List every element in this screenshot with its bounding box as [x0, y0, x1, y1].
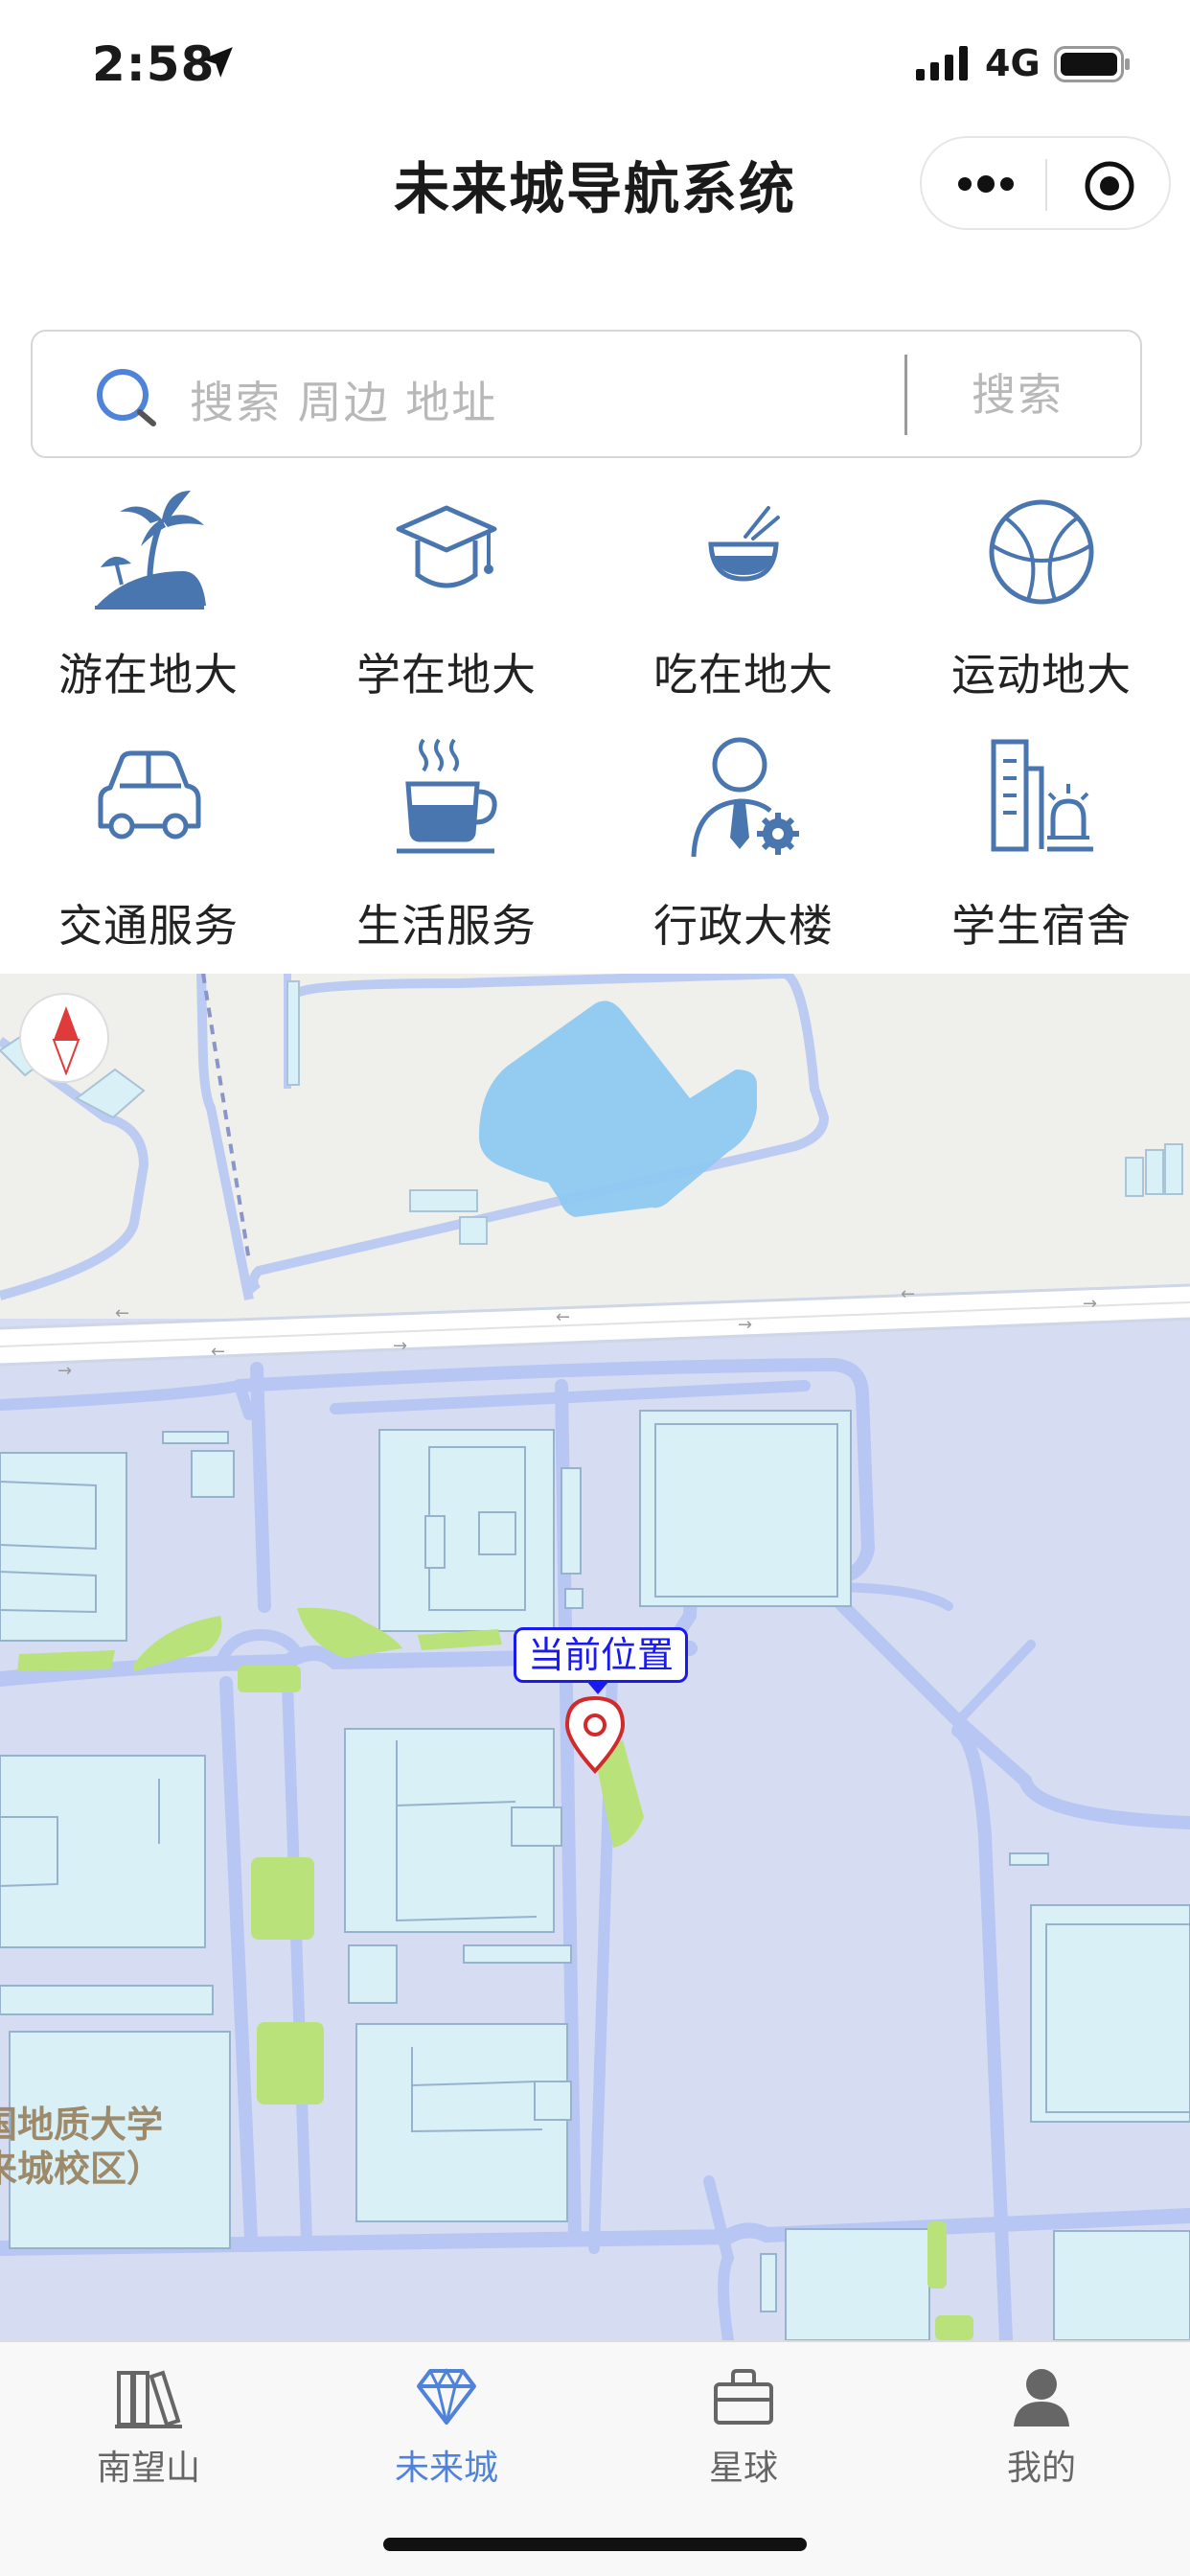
coffee-cup-icon [397, 738, 497, 854]
svg-text:→: → [738, 1315, 752, 1335]
grid-item-tour[interactable]: 游在地大 [0, 479, 297, 719]
search-divider [904, 355, 907, 435]
signal-bars-icon [916, 46, 968, 80]
grid-item-label: 吃在地大 [653, 649, 834, 701]
grid-item-dorm[interactable]: 学生宿舍 [893, 730, 1190, 970]
books-icon [115, 2370, 182, 2428]
palm-island-icon [95, 491, 206, 610]
grid-item-label: 行政大楼 [653, 900, 834, 952]
basketball-icon [989, 499, 1094, 605]
search-button[interactable]: 搜索 [972, 360, 1064, 424]
svg-text:→: → [57, 1361, 72, 1381]
search-icon [97, 369, 156, 426]
user-icon [1014, 2369, 1069, 2426]
status-time: 2:58 [92, 36, 216, 92]
svg-text:←: ← [211, 1342, 225, 1362]
grid-item-label: 生活服务 [356, 900, 537, 952]
current-location-callout: 当前位置 [514, 1627, 689, 1683]
tab-label: 南望山 [96, 2449, 200, 2488]
graduation-cap-icon [396, 505, 497, 588]
mini-program-capsule [920, 136, 1171, 230]
briefcase-icon [714, 2369, 773, 2425]
compass-button[interactable] [19, 993, 109, 1083]
svg-text:→: → [393, 1336, 407, 1356]
campus-name-label: 国地质大学 来城校区） [0, 2103, 163, 2191]
grid-item-label: 学生宿舍 [951, 900, 1132, 952]
tab-mine[interactable]: 我的 [893, 2352, 1190, 2496]
bowl-chopsticks-icon [708, 506, 780, 582]
network-type: 4G [985, 42, 1041, 84]
status-bar: 2:58 4G [0, 0, 1190, 130]
campus-map[interactable]: → ← ← → ← → ← → 当前位置 地质大学 城校区） [0, 974, 1190, 2340]
svg-text:←: ← [901, 1284, 915, 1304]
campus-name-line1: 国地质大学 [0, 2104, 164, 2146]
grid-item-label: 游在地大 [58, 649, 239, 701]
grid-item-eat[interactable]: 吃在地大 [595, 479, 892, 719]
callout-tail [586, 1681, 609, 1694]
grid-item-traffic[interactable]: 交通服务 [0, 730, 297, 970]
grid-item-label: 运动地大 [951, 649, 1132, 701]
admin-person-gear-icon [691, 737, 799, 858]
svg-text:←: ← [556, 1307, 570, 1327]
tab-weilaicheng[interactable]: 未来城 [298, 2352, 595, 2496]
location-arrow-icon [202, 47, 233, 78]
grid-item-study[interactable]: 学在地大 [298, 479, 595, 719]
car-icon [98, 750, 201, 840]
tab-label: 我的 [1006, 2449, 1076, 2488]
grid-item-life[interactable]: 生活服务 [298, 730, 595, 970]
tab-label: 星球 [708, 2449, 778, 2488]
battery-icon [1054, 46, 1130, 82]
search-bar[interactable]: 搜索 周边 地址 搜索 [31, 330, 1142, 458]
search-input[interactable]: 搜索 周边 地址 [190, 368, 497, 431]
diamond-icon [417, 2367, 476, 2425]
tab-xingqiu[interactable]: 星球 [595, 2352, 892, 2496]
grid-item-label: 学在地大 [356, 649, 537, 701]
campus-name-line2: 来城校区） [0, 2148, 164, 2190]
category-grid: 游在地大 学在地大 吃在地大 运动地大 交通服务 生活服务 行政大楼 学生宿舍 [0, 479, 1190, 974]
grid-item-label: 交通服务 [58, 900, 239, 952]
grid-item-sports[interactable]: 运动地大 [893, 479, 1190, 719]
svg-text:→: → [1083, 1294, 1097, 1314]
location-pin-icon[interactable] [563, 1694, 627, 1775]
tab-label: 未来城 [394, 2449, 498, 2488]
dormitory-building-icon [991, 739, 1093, 852]
home-indicator [383, 2538, 807, 2551]
grid-item-admin[interactable]: 行政大楼 [595, 730, 892, 970]
more-dots-icon[interactable] [956, 165, 1016, 203]
compass-icon [52, 1006, 80, 1075]
tab-nanwangshan[interactable]: 南望山 [0, 2352, 297, 2496]
svg-text:←: ← [115, 1303, 129, 1323]
capsule-divider [1045, 159, 1047, 211]
close-target-icon[interactable] [1083, 159, 1136, 213]
